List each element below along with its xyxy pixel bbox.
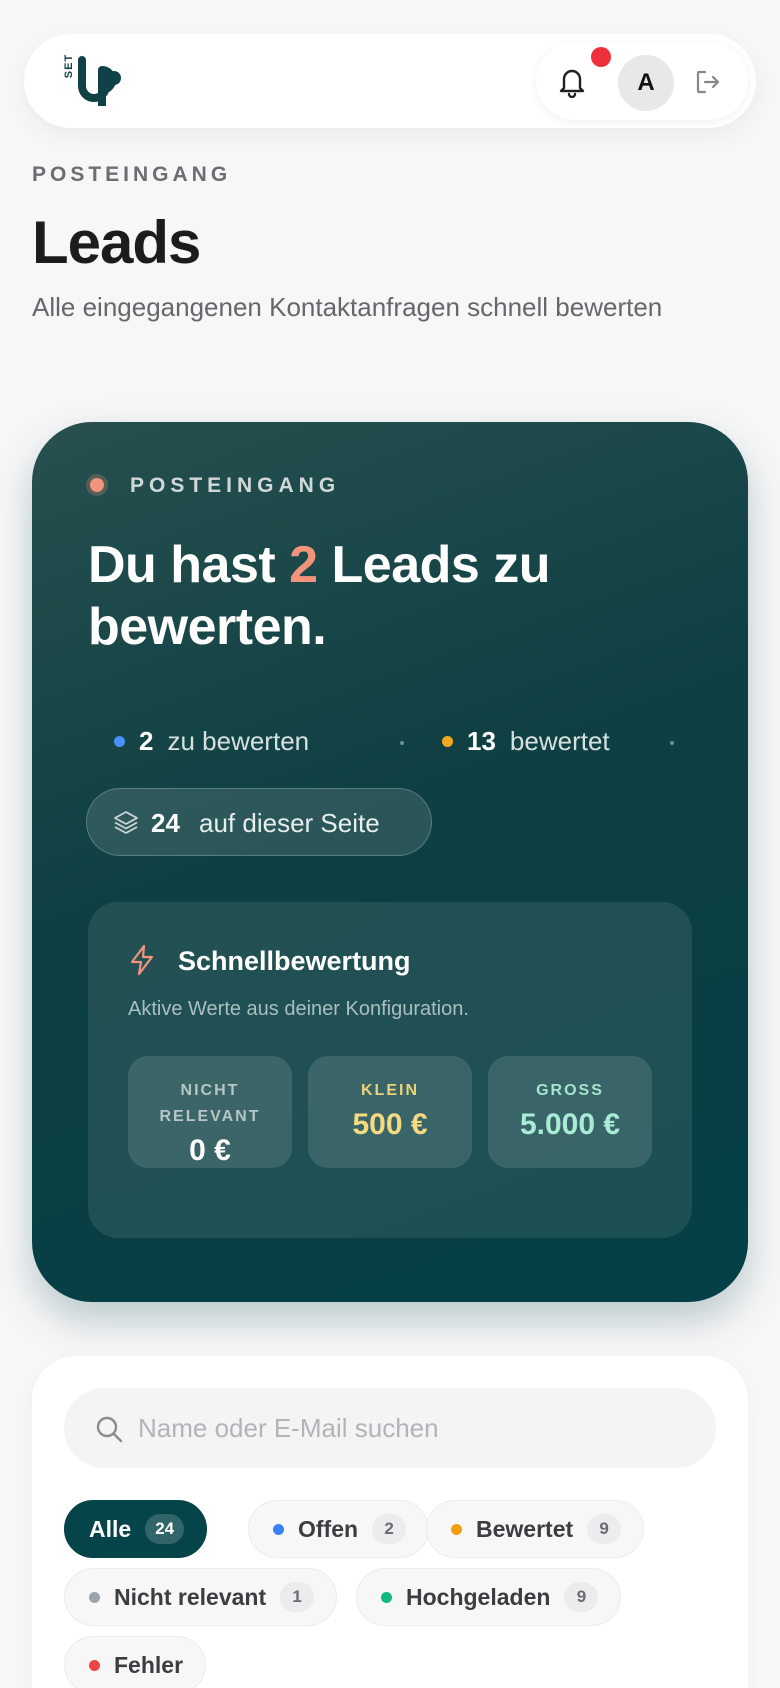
- filter-count: 24: [145, 1514, 185, 1544]
- tile-label-line2: RELEVANT: [159, 1108, 261, 1125]
- search-box: [64, 1388, 716, 1468]
- filter-chip-all[interactable]: Alle 24: [64, 1500, 208, 1558]
- hero-eyebrow: POSTEINGANG: [130, 474, 341, 497]
- app-logo[interactable]: SET: [56, 48, 126, 114]
- inbox-summary-card: POSTEINGANG Du hast 2 Leads zu bewerten.…: [32, 422, 748, 1302]
- stat-dot-blue: [114, 736, 125, 747]
- stat-value: 2: [139, 726, 154, 756]
- stat-separator: [670, 741, 674, 745]
- stat-rated: 13 bewertet: [442, 726, 610, 757]
- quick-rating-subtitle: Aktive Werte aus deiner Konfiguration.: [128, 998, 469, 1020]
- tile-value: 5.000 €: [519, 1108, 621, 1141]
- bell-icon[interactable]: [556, 64, 588, 98]
- tile-value: 0 €: [189, 1134, 231, 1167]
- page-subtitle: Alle eingegangenen Kontaktanfragen schne…: [32, 292, 663, 322]
- top-navigation: SET A: [24, 34, 756, 128]
- layers-icon: [114, 811, 138, 834]
- stats-row: 2 zu bewerten 13 bewertet: [114, 726, 714, 762]
- stat-value: 13: [467, 726, 496, 756]
- search-input[interactable]: [138, 1406, 698, 1450]
- search-icon: [96, 1416, 123, 1443]
- filter-label: Hochgeladen: [406, 1583, 551, 1610]
- stat-dot-orange: [442, 736, 453, 747]
- filter-dot: [381, 1591, 392, 1603]
- filter-chip-rated[interactable]: Bewertet 9: [426, 1500, 645, 1558]
- page-count-label: auf dieser Seite: [199, 808, 380, 838]
- filter-chip-error[interactable]: Fehler: [64, 1636, 207, 1688]
- tile-label: KLEIN: [361, 1082, 419, 1099]
- stat-label: zu bewerten: [167, 726, 310, 756]
- tile-label-line1: NICHT: [180, 1082, 240, 1099]
- rating-tile-small[interactable]: KLEIN 500 €: [308, 1056, 472, 1168]
- logo-set-label: SET: [63, 53, 75, 79]
- quick-rating-title: Schnellbewertung: [178, 946, 411, 976]
- hero-title-count: 2: [289, 536, 318, 594]
- page-title: Leads: [32, 209, 201, 276]
- stat-separator: [400, 741, 404, 745]
- stat-to-rate: 2 zu bewerten: [114, 726, 309, 757]
- logout-icon[interactable]: [694, 68, 722, 96]
- filter-chip-uploaded[interactable]: Hochgeladen 9: [356, 1568, 622, 1626]
- filter-dot: [273, 1523, 284, 1535]
- header-actions: A: [536, 42, 748, 120]
- page-eyebrow: POSTEINGANG: [32, 163, 232, 186]
- filter-label: Nicht relevant: [114, 1583, 267, 1610]
- lead-list-panel: Alle 24 Offen 2 Bewertet 9 Nicht relevan…: [32, 1356, 748, 1688]
- filter-label: Offen: [298, 1515, 359, 1542]
- rating-tile-not-relevant[interactable]: NICHT RELEVANT 0 €: [128, 1056, 292, 1168]
- logo-up-mark: [78, 56, 121, 106]
- page-count-value: 24: [151, 808, 180, 838]
- hero-title-prefix: Du hast: [88, 536, 290, 594]
- page-count-pill: 24 auf dieser Seite: [86, 788, 432, 856]
- status-dot: [90, 478, 104, 492]
- filter-label: Bewertet: [476, 1515, 574, 1542]
- filter-label: Alle: [89, 1515, 132, 1542]
- filter-count: 1: [280, 1582, 315, 1612]
- quick-rating-panel: Schnellbewertung Aktive Werte aus deiner…: [88, 902, 692, 1238]
- hero-title: Du hast 2 Leads zu bewerten.: [88, 534, 708, 658]
- filter-label: Fehler: [114, 1651, 184, 1678]
- filter-dot: [451, 1523, 462, 1535]
- filter-count: 9: [587, 1514, 622, 1544]
- tile-label: NICHT RELEVANT: [128, 1078, 292, 1130]
- filter-dot: [89, 1591, 100, 1603]
- filter-dot: [89, 1659, 100, 1671]
- filter-chip-not-relevant[interactable]: Nicht relevant 1: [64, 1568, 338, 1626]
- notification-badge: [591, 47, 611, 67]
- filter-count: 2: [372, 1514, 407, 1544]
- tile-value: 500 €: [352, 1108, 428, 1141]
- tile-label: GROSS: [536, 1082, 604, 1099]
- filter-count: 9: [564, 1582, 599, 1612]
- filter-chip-open[interactable]: Offen 2: [248, 1500, 430, 1558]
- rating-tile-large[interactable]: GROSS 5.000 €: [488, 1056, 652, 1168]
- stat-label: bewertet: [509, 726, 610, 756]
- lightning-icon: [130, 944, 154, 976]
- avatar[interactable]: A: [618, 55, 674, 111]
